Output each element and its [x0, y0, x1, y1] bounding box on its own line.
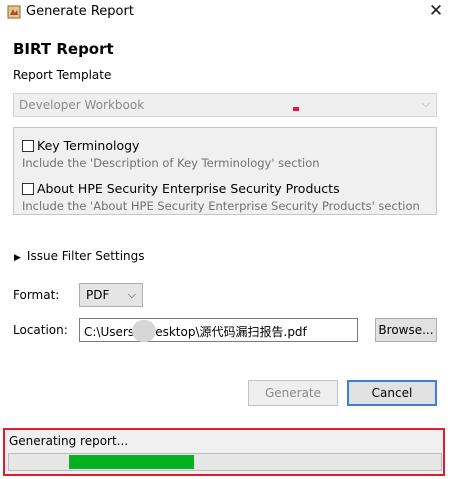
about-hpe-label[interactable]: About HPE Security Enterprise Security P…: [37, 181, 340, 196]
chevron-down-icon: ⌵: [421, 97, 430, 110]
chevron-down-icon: ⌵: [127, 288, 136, 301]
location-value: C:\Users\ \Desktop\源代码漏扫报告.pdf: [84, 325, 307, 339]
progress-fill: [69, 455, 194, 469]
close-icon[interactable]: ✕: [424, 0, 448, 24]
status-text: Generating report...: [9, 434, 129, 448]
report-template-value: Developer Workbook: [19, 98, 145, 112]
cancel-button[interactable]: Cancel: [347, 380, 437, 406]
app-icon: [7, 5, 21, 19]
browse-button[interactable]: Browse...: [375, 318, 437, 342]
progress-bar: [8, 453, 442, 471]
issue-filter-label: Issue Filter Settings: [26, 249, 145, 263]
redacted-username-blur: [132, 320, 156, 342]
expand-triangle-icon: ▶: [14, 253, 21, 263]
key-terminology-checkbox[interactable]: [22, 140, 34, 152]
key-terminology-description: Include the 'Description of Key Terminol…: [22, 156, 320, 170]
title-bar: Generate Report ✕: [0, 0, 450, 24]
location-label: Location:: [13, 323, 68, 337]
page-title: BIRT Report: [13, 40, 114, 58]
report-template-select[interactable]: Developer Workbook ⌵: [13, 93, 437, 117]
status-panel: Generating report...: [3, 428, 445, 476]
about-hpe-checkbox[interactable]: [22, 183, 34, 195]
format-label: Format:: [13, 288, 60, 302]
about-hpe-description: Include the 'About HPE Security Enterpri…: [22, 199, 420, 213]
format-value: PDF: [86, 288, 110, 302]
format-select[interactable]: PDF ⌵: [79, 283, 143, 307]
location-input[interactable]: C:\Users\ \Desktop\源代码漏扫报告.pdf: [79, 318, 358, 342]
issue-filter-toggle[interactable]: ▶ Issue Filter Settings: [14, 249, 145, 263]
options-group: Key Terminology Include the 'Description…: [13, 127, 437, 215]
window-title: Generate Report: [26, 4, 134, 19]
key-terminology-label[interactable]: Key Terminology: [37, 138, 139, 153]
report-template-label: Report Template: [13, 68, 112, 82]
red-annotation-mark: [293, 107, 299, 111]
generate-button[interactable]: Generate: [248, 380, 338, 406]
